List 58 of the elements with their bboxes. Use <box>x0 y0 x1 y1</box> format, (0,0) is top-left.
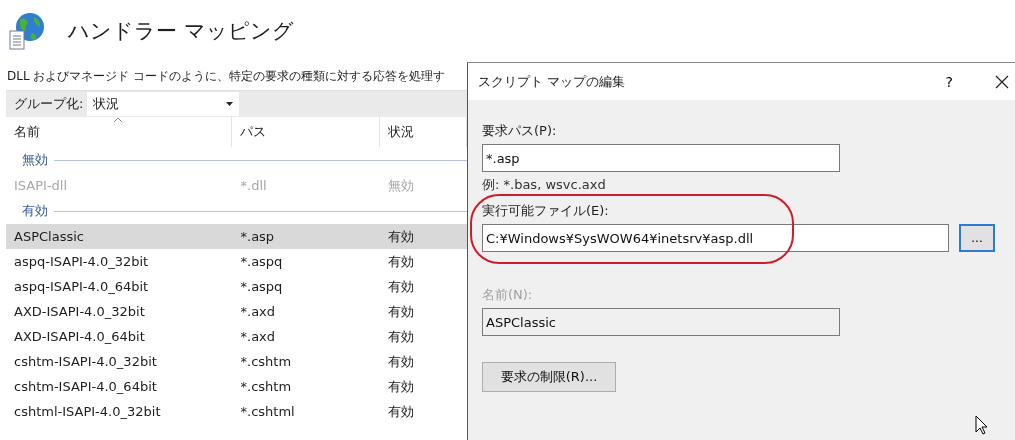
table-cell-text: *.axd <box>239 329 277 344</box>
table-cell-text: *.asp <box>239 229 276 244</box>
table-cell-text: 有効 <box>387 402 416 421</box>
table-cell-text: AXD-ISAPI-4.0_32bit <box>13 304 146 319</box>
field-label: 要求パス(P): <box>482 122 557 140</box>
table-cell-text: 有効 <box>387 227 416 246</box>
executable-field[interactable]: C:¥Windows¥SysWOW64¥inetsrv¥asp.dll <box>482 224 949 252</box>
group-header: 無効 <box>21 151 49 169</box>
close-icon[interactable] <box>995 74 1009 89</box>
mouse-cursor-icon <box>975 415 989 435</box>
table-cell-text: 有効 <box>387 352 416 371</box>
column-header[interactable]: パス <box>232 117 380 147</box>
table-row[interactable]: AXD-ISAPI-4.0_64bit *.axd 有効 <box>6 324 467 349</box>
table-cell-text: AXD-ISAPI-4.0_64bit <box>13 329 146 344</box>
column-header[interactable]: 名前 <box>6 117 232 147</box>
table-row[interactable]: ASPClassic *.asp 有効 <box>6 224 467 249</box>
request-path-field[interactable]: *.asp <box>482 144 840 172</box>
table-row[interactable]: aspq-ISAPI-4.0_64bit *.aspq 有効 <box>6 274 467 299</box>
example-hint: 例: *.bas, wsvc.axd <box>482 176 606 194</box>
table-cell-text: *.dll <box>239 178 268 193</box>
page-title: ハンドラー マッピング <box>68 18 294 45</box>
group-header: 有効 <box>21 202 49 220</box>
table-cell-text: 有効 <box>387 277 416 296</box>
table-cell-text: *.cshtm <box>239 379 293 394</box>
table-cell-text: aspq-ISAPI-4.0_32bit <box>13 254 150 269</box>
field-label: 名前(N): <box>482 286 533 304</box>
group-by-label: グループ化: <box>13 95 85 113</box>
dialog-title: スクリプト マップの編集 <box>478 72 627 91</box>
table-cell-text: 無効 <box>387 176 416 195</box>
browse-button[interactable]: ... <box>959 224 995 252</box>
table-cell-text: *.cshtml <box>239 404 296 419</box>
table-cell-text: 有効 <box>387 377 416 396</box>
table-cell-text: ISAPI-dll <box>13 178 69 193</box>
table-cell-text: cshtml-ISAPI-4.0_32bit <box>13 404 162 419</box>
globe-document-icon <box>6 11 46 51</box>
help-button[interactable]: ? <box>941 73 957 90</box>
table-cell-text: 有効 <box>387 252 416 271</box>
table-cell-text: *.axd <box>239 304 277 319</box>
sort-ascending-icon <box>113 117 123 123</box>
page-description: DLL およびマネージド コードのように、特定の要求の種類に対する応答を処理す <box>6 68 447 85</box>
table-cell-text: cshtm-ISAPI-4.0_64bit <box>13 379 158 394</box>
table-row[interactable]: aspq-ISAPI-4.0_32bit *.aspq 有効 <box>6 249 467 274</box>
request-restrictions-button[interactable]: 要求の制限(R)... <box>482 362 616 392</box>
dropdown-caret-icon <box>226 102 234 106</box>
field-label: 実行可能ファイル(E): <box>482 202 609 220</box>
table-cell-text: 有効 <box>387 327 416 346</box>
table-cell-text: ASPClassic <box>13 229 85 244</box>
group-by-dropdown[interactable]: 状況 <box>87 92 240 116</box>
table-cell-text: 有効 <box>387 302 416 321</box>
table-row[interactable]: cshtm-ISAPI-4.0_32bit *.cshtm 有効 <box>6 349 467 374</box>
table-row[interactable]: cshtml-ISAPI-4.0_32bit *.cshtml 有効 <box>6 399 467 424</box>
table-cell-text: cshtm-ISAPI-4.0_32bit <box>13 354 158 369</box>
table-cell-text: *.aspq <box>239 279 284 294</box>
table-row[interactable]: cshtm-ISAPI-4.0_64bit *.cshtm 有効 <box>6 374 467 399</box>
table-cell-text: aspq-ISAPI-4.0_64bit <box>13 279 150 294</box>
table-cell-text: *.aspq <box>239 254 284 269</box>
table-cell-text: *.cshtm <box>239 354 293 369</box>
table-row[interactable]: AXD-ISAPI-4.0_32bit *.axd 有効 <box>6 299 467 324</box>
